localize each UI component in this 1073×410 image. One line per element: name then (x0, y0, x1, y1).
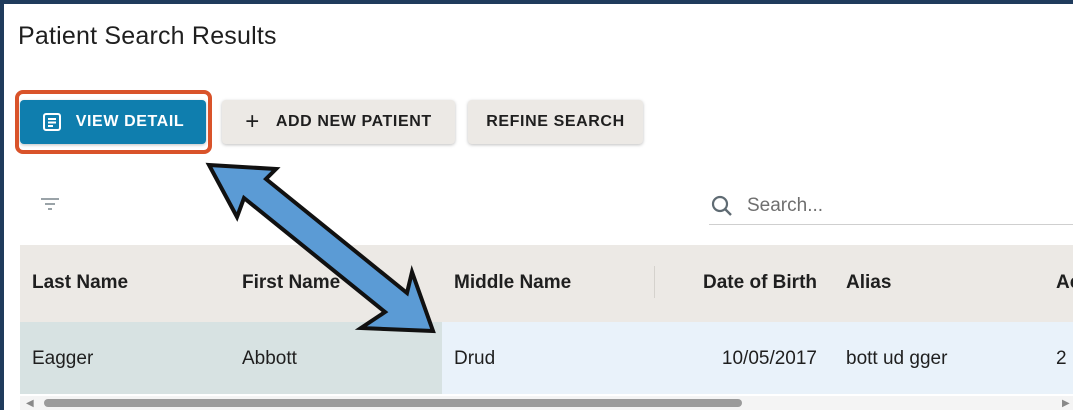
search-input[interactable] (745, 193, 1049, 218)
refine-search-button[interactable]: REFINE SEARCH (468, 100, 643, 144)
column-header-ac[interactable]: Ac (1056, 272, 1073, 294)
cell-middle-name: Drud (454, 348, 496, 369)
plus-icon: + (245, 108, 260, 135)
cell-ac: 2 (1056, 348, 1067, 369)
search-icon (711, 195, 733, 217)
scroll-left-icon[interactable]: ◀ (26, 398, 34, 409)
column-header-first-name[interactable]: First Name (242, 272, 340, 294)
horizontal-scrollbar[interactable]: ◀ ▶ (20, 396, 1073, 410)
app-window: Patient Search Results VIEW DETAIL + ADD… (0, 0, 1073, 410)
highlight-box (15, 90, 212, 154)
cell-first-name: Abbott (242, 348, 297, 369)
cell-last-name: Eagger (32, 348, 94, 369)
column-header-date-of-birth[interactable]: Date of Birth (703, 272, 817, 294)
column-header-alias[interactable]: Alias (846, 272, 891, 294)
page-title: Patient Search Results (18, 22, 277, 50)
add-new-patient-button[interactable]: + ADD NEW PATIENT (222, 100, 455, 144)
search-box[interactable] (709, 187, 1073, 225)
cell-alias: bott ud gger (846, 348, 948, 369)
column-header-middle-name[interactable]: Middle Name (454, 272, 571, 294)
cell-date-of-birth: 10/05/2017 (721, 348, 817, 369)
refine-search-label: REFINE SEARCH (486, 113, 625, 130)
scroll-thumb[interactable] (44, 399, 742, 407)
add-new-patient-label: ADD NEW PATIENT (275, 113, 432, 130)
column-separator (654, 266, 655, 298)
filter-icon[interactable] (40, 197, 60, 216)
scroll-right-icon[interactable]: ▶ (1062, 398, 1070, 409)
column-header-last-name[interactable]: Last Name (32, 272, 128, 294)
